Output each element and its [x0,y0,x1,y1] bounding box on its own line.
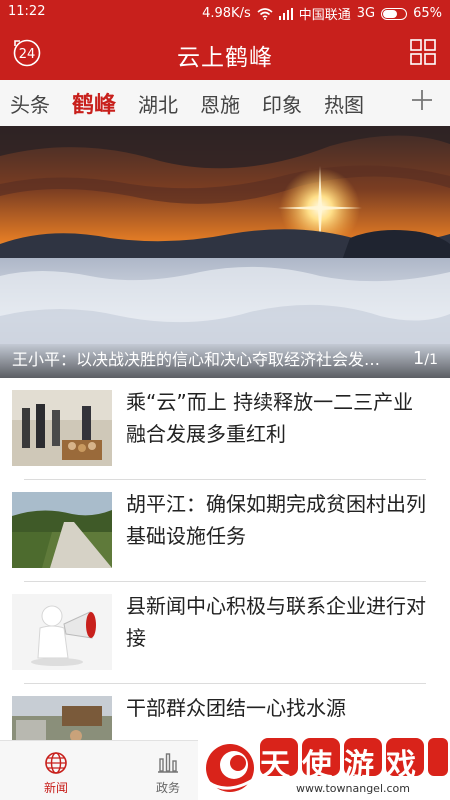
pager-current: 1 [412,348,425,369]
add-channel-icon[interactable] [410,88,434,112]
hero-caption[interactable]: 王小平：以决战决胜的信心和决心夺取经济社会发展新胜利 [12,346,384,370]
watermark-url: www.townangel.com [296,782,410,795]
status-time: 11:22 [8,4,46,19]
news-title[interactable]: 胡平江：确保如期完成贫困村出列基础设施任务 [126,488,430,552]
network-speed: 4.98K/s [202,6,251,21]
tab-retu[interactable]: 热图 [324,89,364,118]
news-thumbnail [12,492,112,568]
hero-caption-bar: 王小平：以决战决胜的信心和决心夺取经济社会发展新胜利 1/1 [0,344,450,378]
list-item[interactable]: 县新闻中心积极与联系企业进行对接 [0,582,450,684]
globe-icon [45,752,67,774]
news-thumbnail [12,594,112,670]
battery-icon [381,7,408,20]
nav-news[interactable]: 新闻 [0,741,112,800]
hero-banner[interactable]: 王小平：以决战决胜的信心和决心夺取经济社会发展新胜利 1/1 [0,126,450,378]
nav-news-label: 新闻 [43,781,68,795]
list-item[interactable]: 胡平江：确保如期完成贫困村出列基础设施任务 [0,480,450,582]
battery-percent: 65% [413,6,442,21]
wifi-icon [257,7,273,20]
status-right: 4.98K/s 中国联通 3G 65% [202,4,442,23]
hero-image [0,126,450,378]
app-title: 云上鹤峰 [177,45,273,71]
tab-toutiao[interactable]: 头条 [10,89,50,118]
bar-chart-icon [158,753,178,773]
news-title[interactable]: 乘“云”而上 持续释放一二三产业融合发展多重红利 [126,386,430,450]
tab-yinxiang[interactable]: 印象 [262,89,302,118]
carrier-name: 中国联通 [298,8,351,23]
pager-total: 1 [429,352,438,368]
news-list: 乘“云”而上 持续释放一二三产业融合发展多重红利 胡平江：确保如期完成贫困村出列… [0,378,450,786]
status-bar: 11:22 4.98K/s 中国联通 3G 65% [0,0,450,25]
news-title[interactable]: 干部群众团结一心找水源 [126,692,430,724]
news-title[interactable]: 县新闻中心积极与联系企业进行对接 [126,590,430,654]
tab-hefeng[interactable]: 鹤峰 [72,87,116,119]
tab-enshi[interactable]: 恩施 [200,89,240,118]
hero-pager: 1/1 [413,348,438,369]
network-type: 3G [356,6,376,21]
app-header: 24 云上鹤峰 [0,25,450,80]
news-thumbnail [12,390,112,466]
watermark: 天使游戏网 www.townangel.com [198,732,450,800]
signal-icon [278,7,293,20]
tab-hubei[interactable]: 湖北 [138,89,178,118]
grid-icon[interactable] [410,39,436,65]
channel-tabs: 头条 鹤峰 湖北 恩施 印象 热图 [0,80,450,126]
list-item[interactable]: 乘“云”而上 持续释放一二三产业融合发展多重红利 [0,378,450,480]
